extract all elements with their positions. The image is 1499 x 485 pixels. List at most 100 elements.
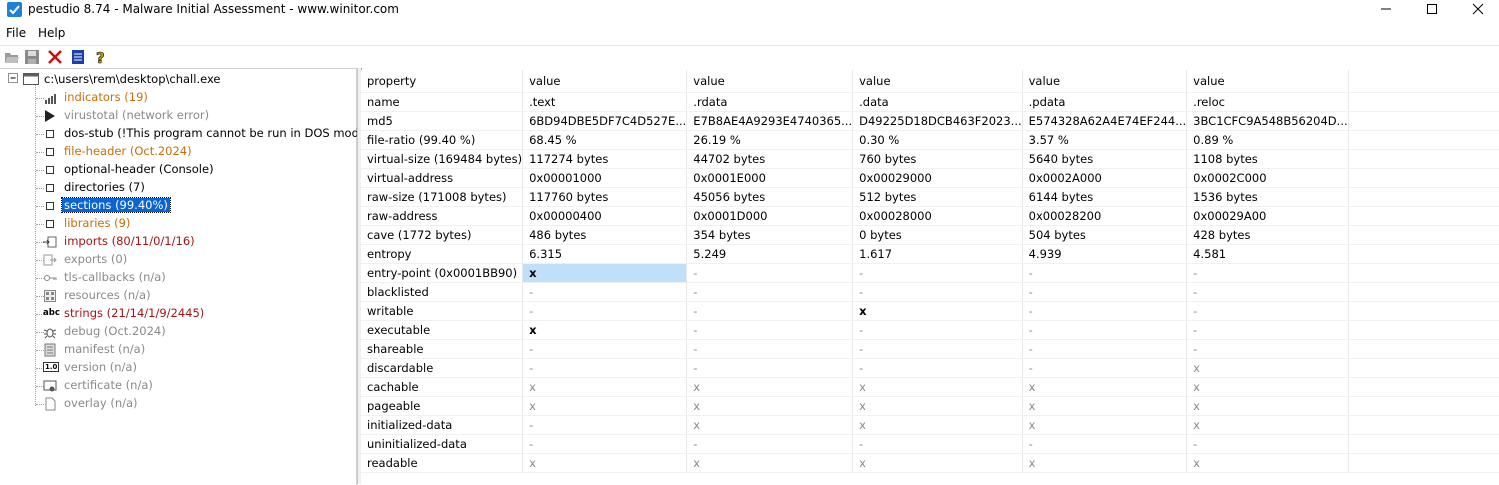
value-cell[interactable]: x (1186, 415, 1349, 435)
value-cell[interactable]: - (522, 358, 688, 378)
property-cell[interactable]: readable (361, 453, 524, 473)
value-cell[interactable]: x (1022, 415, 1188, 435)
menu-help[interactable]: Help (38, 26, 65, 40)
table-row[interactable]: executable x - - - - (361, 320, 1499, 340)
list-icon[interactable] (70, 49, 86, 65)
property-cell[interactable]: uninitialized-data (361, 434, 524, 454)
table-row[interactable]: name .text .rdata .data .pdata .reloc (361, 92, 1499, 112)
property-cell[interactable]: discardable (361, 358, 524, 378)
value-cell[interactable]: - (1022, 339, 1188, 359)
value-cell[interactable]: - (522, 301, 688, 321)
table-row[interactable]: cachable x x x x x (361, 377, 1499, 397)
table-row[interactable]: pageable x x x x x (361, 396, 1499, 416)
value-cell[interactable]: x (686, 396, 854, 416)
value-cell[interactable]: x (686, 377, 854, 397)
value-cell[interactable]: 504 bytes (1022, 225, 1188, 245)
value-cell[interactable]: - (1022, 320, 1188, 340)
property-cell[interactable]: virtual-address (361, 168, 524, 188)
table-row[interactable]: blacklisted - - - - - (361, 282, 1499, 302)
value-cell[interactable]: 486 bytes (522, 225, 688, 245)
property-cell[interactable]: md5 (361, 111, 524, 131)
value-cell[interactable]: x (522, 263, 688, 283)
value-cell[interactable]: x (852, 453, 1023, 473)
value-cell[interactable]: 0x00028000 (852, 206, 1023, 226)
column-header[interactable]: value (522, 70, 688, 93)
value-cell[interactable]: - (686, 320, 854, 340)
value-cell[interactable]: .text (522, 92, 688, 112)
value-cell[interactable]: - (522, 415, 688, 435)
value-cell[interactable]: 4.581 (1186, 244, 1349, 264)
value-cell[interactable]: D49225D18DCB463F2023... (852, 111, 1023, 131)
value-cell[interactable]: - (852, 263, 1023, 283)
value-cell[interactable]: - (1022, 282, 1188, 302)
value-cell[interactable]: 117760 bytes (522, 187, 688, 207)
value-cell[interactable]: x (1186, 396, 1349, 416)
value-cell[interactable]: - (1186, 301, 1349, 321)
value-cell[interactable]: 5640 bytes (1022, 149, 1188, 169)
table-row[interactable]: discardable - - - - x (361, 358, 1499, 378)
value-cell[interactable]: 6.315 (522, 244, 688, 264)
value-cell[interactable]: 428 bytes (1186, 225, 1349, 245)
value-cell[interactable]: 4.939 (1022, 244, 1188, 264)
property-cell[interactable]: cave (1772 bytes) (361, 225, 524, 245)
value-cell[interactable]: 0x0001E000 (686, 168, 854, 188)
table-row[interactable]: cave (1772 bytes) 486 bytes 354 bytes 0 byt… (361, 225, 1499, 245)
column-header[interactable]: value (1022, 70, 1188, 93)
column-header[interactable]: value (1186, 70, 1349, 93)
value-cell[interactable]: - (1186, 282, 1349, 302)
table-row[interactable]: entropy 6.315 5.249 1.617 4.939 4.581 (361, 244, 1499, 264)
value-cell[interactable]: - (852, 434, 1023, 454)
table-row[interactable]: raw-address 0x00000400 0x0001D000 0x0002800… (361, 206, 1499, 226)
value-cell[interactable]: - (852, 339, 1023, 359)
value-cell[interactable]: x (1186, 358, 1349, 378)
value-cell[interactable]: 45056 bytes (686, 187, 854, 207)
value-cell[interactable]: 6BD94DBE5DF7C4D527E... (522, 111, 688, 131)
menu-file[interactable]: File (6, 26, 26, 40)
value-cell[interactable]: 760 bytes (852, 149, 1023, 169)
table-row[interactable]: raw-size (171008 bytes) 117760 bytes 45056… (361, 187, 1499, 207)
save-icon[interactable] (24, 49, 40, 65)
property-cell[interactable]: writable (361, 301, 524, 321)
collapse-icon[interactable] (8, 73, 22, 87)
minimize-button[interactable] (1363, 0, 1409, 20)
value-cell[interactable]: 0x0001D000 (686, 206, 854, 226)
table-row[interactable]: readable x x x x x (361, 453, 1499, 473)
value-cell[interactable]: - (852, 320, 1023, 340)
value-cell[interactable]: x (522, 320, 688, 340)
property-cell[interactable]: entry-point (0x0001BB90) (361, 263, 524, 283)
value-cell[interactable]: 512 bytes (852, 187, 1023, 207)
value-cell[interactable]: - (686, 301, 854, 321)
value-cell[interactable]: 68.45 % (522, 130, 688, 150)
value-cell[interactable]: x (852, 377, 1023, 397)
value-cell[interactable]: - (1186, 263, 1349, 283)
value-cell[interactable]: 1536 bytes (1186, 187, 1349, 207)
value-cell[interactable]: - (686, 263, 854, 283)
value-cell[interactable]: x (522, 377, 688, 397)
value-cell[interactable]: 1108 bytes (1186, 149, 1349, 169)
value-cell[interactable]: - (522, 339, 688, 359)
value-cell[interactable]: x (1186, 377, 1349, 397)
table-row[interactable]: md5 6BD94DBE5DF7C4D527E... E7B8AE4A9293E47… (361, 111, 1499, 131)
value-cell[interactable]: x (522, 453, 688, 473)
value-cell[interactable]: 0x0002C000 (1186, 168, 1349, 188)
value-cell[interactable]: x (522, 396, 688, 416)
property-cell[interactable]: raw-size (171008 bytes) (361, 187, 524, 207)
value-cell[interactable]: - (1022, 301, 1188, 321)
value-cell[interactable]: - (1186, 320, 1349, 340)
property-cell[interactable]: cachable (361, 377, 524, 397)
value-cell[interactable]: x (852, 415, 1023, 435)
value-cell[interactable]: - (686, 358, 854, 378)
value-cell[interactable]: x (686, 415, 854, 435)
value-cell[interactable]: x (1022, 396, 1188, 416)
table-row[interactable]: file-ratio (99.40 %) 68.45 % 26.19 % 0.30 %… (361, 130, 1499, 150)
value-cell[interactable]: 0.89 % (1186, 130, 1349, 150)
value-cell[interactable]: - (1186, 339, 1349, 359)
value-cell[interactable]: 3.57 % (1022, 130, 1188, 150)
value-cell[interactable]: - (852, 358, 1023, 378)
value-cell[interactable]: 0.30 % (852, 130, 1023, 150)
delete-icon[interactable] (47, 49, 63, 65)
value-cell[interactable]: - (1022, 263, 1188, 283)
property-cell[interactable]: shareable (361, 339, 524, 359)
value-cell[interactable]: 0x00000400 (522, 206, 688, 226)
table-row[interactable]: uninitialized-data - - - - - (361, 434, 1499, 454)
